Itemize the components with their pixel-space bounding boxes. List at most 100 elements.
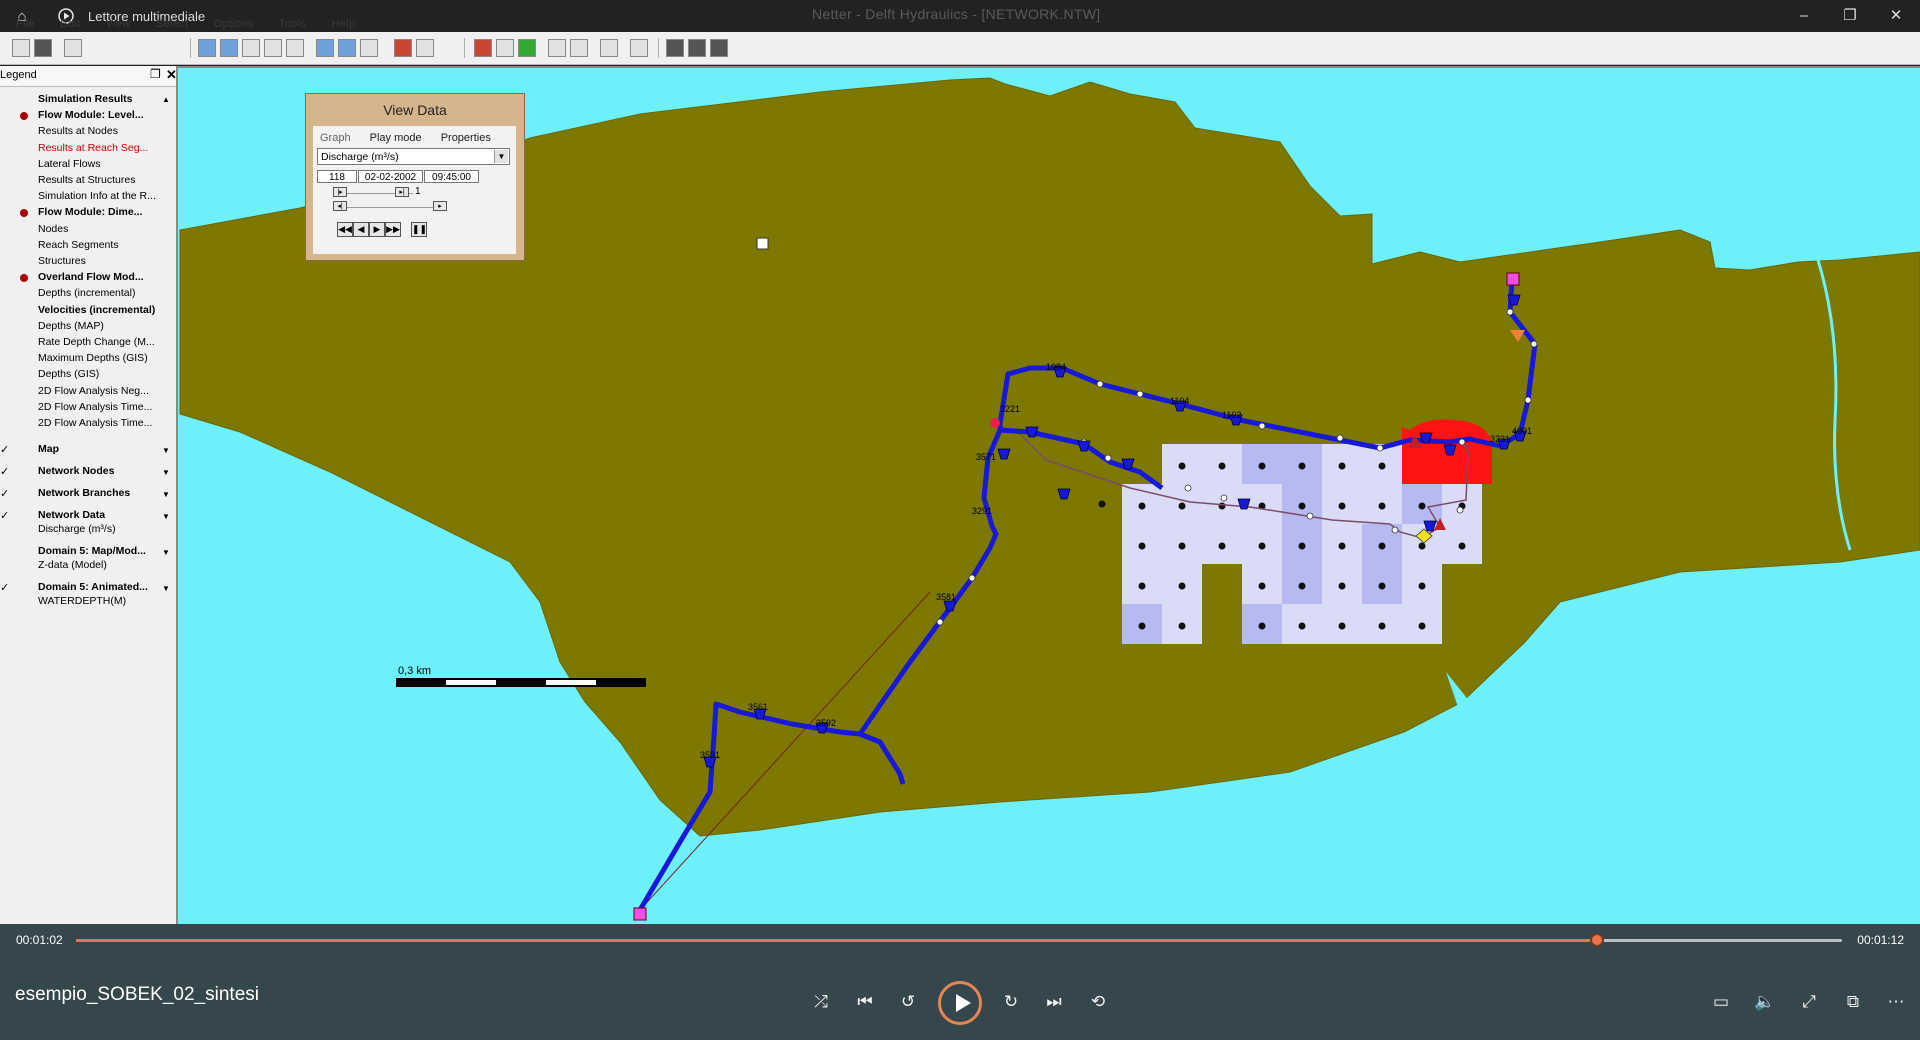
legend-item[interactable]: Simulation Info at the R... bbox=[38, 190, 156, 202]
legend-item[interactable]: Nodes bbox=[38, 223, 68, 235]
layer-checkbox[interactable]: ✓ bbox=[0, 487, 9, 500]
legend-item[interactable]: Lateral Flows bbox=[38, 158, 100, 170]
chevron-down-icon[interactable]: ▼ bbox=[162, 446, 170, 455]
legend-options-icon[interactable]: ❐ bbox=[150, 67, 161, 81]
layer-item[interactable]: Network Data bbox=[38, 509, 105, 521]
seek-bar[interactable] bbox=[76, 939, 1842, 942]
legend-item[interactable]: Flow Module: Level... bbox=[38, 109, 144, 121]
chevron-down-icon[interactable]: ▼ bbox=[162, 548, 170, 557]
chevron-down-icon[interactable]: ▼ bbox=[162, 512, 170, 521]
label-icon[interactable] bbox=[570, 39, 588, 57]
legend-item[interactable]: Rate Depth Change (M... bbox=[38, 336, 155, 348]
slider-start-icon[interactable]: |▸ bbox=[333, 187, 347, 197]
layer-checkbox[interactable]: ✓ bbox=[0, 509, 9, 522]
restore-icon[interactable]: ❐ bbox=[1832, 4, 1868, 28]
rewind-icon[interactable]: ◀◀ bbox=[337, 222, 353, 237]
zoom-out-icon[interactable] bbox=[220, 39, 238, 57]
select-node-icon[interactable] bbox=[496, 39, 514, 57]
zoom-window-icon[interactable] bbox=[316, 39, 334, 57]
previous-icon[interactable]: ⏮ bbox=[852, 989, 878, 1015]
zoom-in-icon[interactable] bbox=[198, 39, 216, 57]
fast-forward-icon[interactable]: ▶▶ bbox=[385, 222, 401, 237]
speed-slider[interactable] bbox=[333, 207, 441, 217]
pan-hand-icon[interactable] bbox=[264, 39, 282, 57]
zoom-previous-icon[interactable] bbox=[360, 39, 378, 57]
play-button[interactable] bbox=[938, 981, 982, 1025]
import-icon[interactable] bbox=[688, 39, 706, 57]
forward-30-icon[interactable]: ↻ bbox=[998, 989, 1024, 1015]
play-forward-icon[interactable]: ▶ bbox=[369, 222, 385, 237]
fullscreen-icon[interactable]: ⤢ bbox=[1796, 989, 1822, 1015]
legend-item[interactable]: Overland Flow Mod... bbox=[38, 271, 144, 283]
view-data-icon[interactable] bbox=[548, 39, 566, 57]
layer-checkbox[interactable]: ✓ bbox=[0, 465, 9, 478]
legend-item[interactable]: Flow Module: Dime... bbox=[38, 206, 142, 218]
tab-play-mode[interactable]: Play mode bbox=[370, 132, 422, 144]
chevron-down-icon[interactable]: ▼ bbox=[162, 468, 170, 477]
chevron-down-icon[interactable]: ▼ bbox=[162, 490, 170, 499]
rewind-10-icon[interactable]: ↺ bbox=[895, 989, 921, 1015]
layer-item[interactable]: Domain 5: Map/Mod... bbox=[38, 545, 146, 557]
next-icon[interactable]: ⏭ bbox=[1041, 989, 1067, 1015]
chevron-down-icon[interactable]: ▼ bbox=[162, 584, 170, 593]
subtitles-icon[interactable]: ▭ bbox=[1708, 989, 1734, 1015]
legend-item[interactable]: Results at Reach Seg... bbox=[38, 142, 148, 154]
pointer-icon[interactable] bbox=[286, 39, 304, 57]
speed-max-icon[interactable]: ▸ bbox=[433, 201, 447, 211]
step-back-icon[interactable]: ◀ bbox=[353, 222, 369, 237]
tab-graph[interactable]: Graph bbox=[320, 132, 351, 144]
date-field[interactable]: 02-02-2002 bbox=[358, 170, 423, 183]
miniplayer-icon[interactable]: ⧉ bbox=[1840, 989, 1866, 1015]
legend-item[interactable]: Depths (MAP) bbox=[38, 320, 104, 332]
layer-item[interactable]: Network Branches bbox=[38, 487, 130, 499]
parameter-select[interactable]: Discharge (m³/s) ▼ bbox=[317, 148, 510, 165]
legend-item[interactable]: Reach Segments bbox=[38, 239, 119, 251]
time-field[interactable]: 09:45:00 bbox=[424, 170, 479, 183]
legend-item[interactable]: Structures bbox=[38, 255, 86, 267]
close-icon[interactable]: ✕ bbox=[1878, 4, 1914, 28]
volume-icon[interactable]: 🔈 bbox=[1752, 989, 1778, 1015]
map-layer-icon[interactable] bbox=[518, 39, 536, 57]
layer-item[interactable]: Network Nodes bbox=[38, 465, 114, 477]
legend-item[interactable]: 2D Flow Analysis Time... bbox=[38, 401, 152, 413]
measure-icon[interactable] bbox=[394, 39, 412, 57]
minimize-icon[interactable]: – bbox=[1786, 4, 1822, 28]
help-icon[interactable] bbox=[64, 39, 82, 57]
speed-min-icon[interactable]: ◂| bbox=[333, 201, 347, 211]
more-icon[interactable]: ⋯ bbox=[1883, 989, 1909, 1015]
legend-item[interactable]: Results at Nodes bbox=[38, 125, 118, 137]
lock-icon[interactable] bbox=[416, 39, 434, 57]
shuffle-icon[interactable]: ⤮ bbox=[808, 989, 834, 1015]
legend-item[interactable]: Maximum Depths (GIS) bbox=[38, 352, 148, 364]
export-icon[interactable] bbox=[666, 39, 684, 57]
info-icon[interactable] bbox=[600, 39, 618, 57]
layer-checkbox[interactable]: ✓ bbox=[0, 443, 9, 456]
legend-item[interactable]: Velocities (incremental) bbox=[38, 304, 155, 316]
print-icon[interactable] bbox=[34, 39, 52, 57]
legend-item[interactable]: Depths (GIS) bbox=[38, 368, 99, 380]
pause-icon[interactable]: ❚❚ bbox=[411, 222, 427, 237]
collapse-icon[interactable]: ▲ bbox=[162, 95, 170, 104]
layer-item[interactable]: Map bbox=[38, 443, 59, 455]
legend-item[interactable]: Depths (incremental) bbox=[38, 287, 135, 299]
legend-item[interactable]: 2D Flow Analysis Neg... bbox=[38, 385, 149, 397]
legend-close-icon[interactable]: ✕ bbox=[166, 67, 177, 83]
slider-end-icon[interactable]: ▸| bbox=[395, 187, 409, 197]
legend-item[interactable]: Simulation Results bbox=[38, 93, 133, 105]
snapshot-icon[interactable] bbox=[710, 39, 728, 57]
step-field[interactable]: 118 bbox=[317, 170, 357, 183]
layer-checkbox[interactable]: ✓ bbox=[0, 581, 9, 594]
legend-item[interactable]: Results at Structures bbox=[38, 174, 135, 186]
chevron-down-icon[interactable]: ▼ bbox=[494, 150, 508, 163]
zoom-extent-icon[interactable] bbox=[242, 39, 260, 57]
tab-properties[interactable]: Properties bbox=[441, 132, 491, 144]
legend-item[interactable]: 2D Flow Analysis Time... bbox=[38, 417, 152, 429]
grid-node bbox=[1338, 502, 1346, 510]
new-icon[interactable] bbox=[12, 39, 30, 57]
zoom-full-icon[interactable] bbox=[338, 39, 356, 57]
edit-node-icon[interactable] bbox=[474, 39, 492, 57]
repeat-icon[interactable]: ⟲ bbox=[1085, 989, 1111, 1015]
options-icon[interactable] bbox=[630, 39, 648, 57]
layer-item[interactable]: Domain 5: Animated... bbox=[38, 581, 148, 593]
seek-thumb[interactable] bbox=[1589, 933, 1604, 947]
